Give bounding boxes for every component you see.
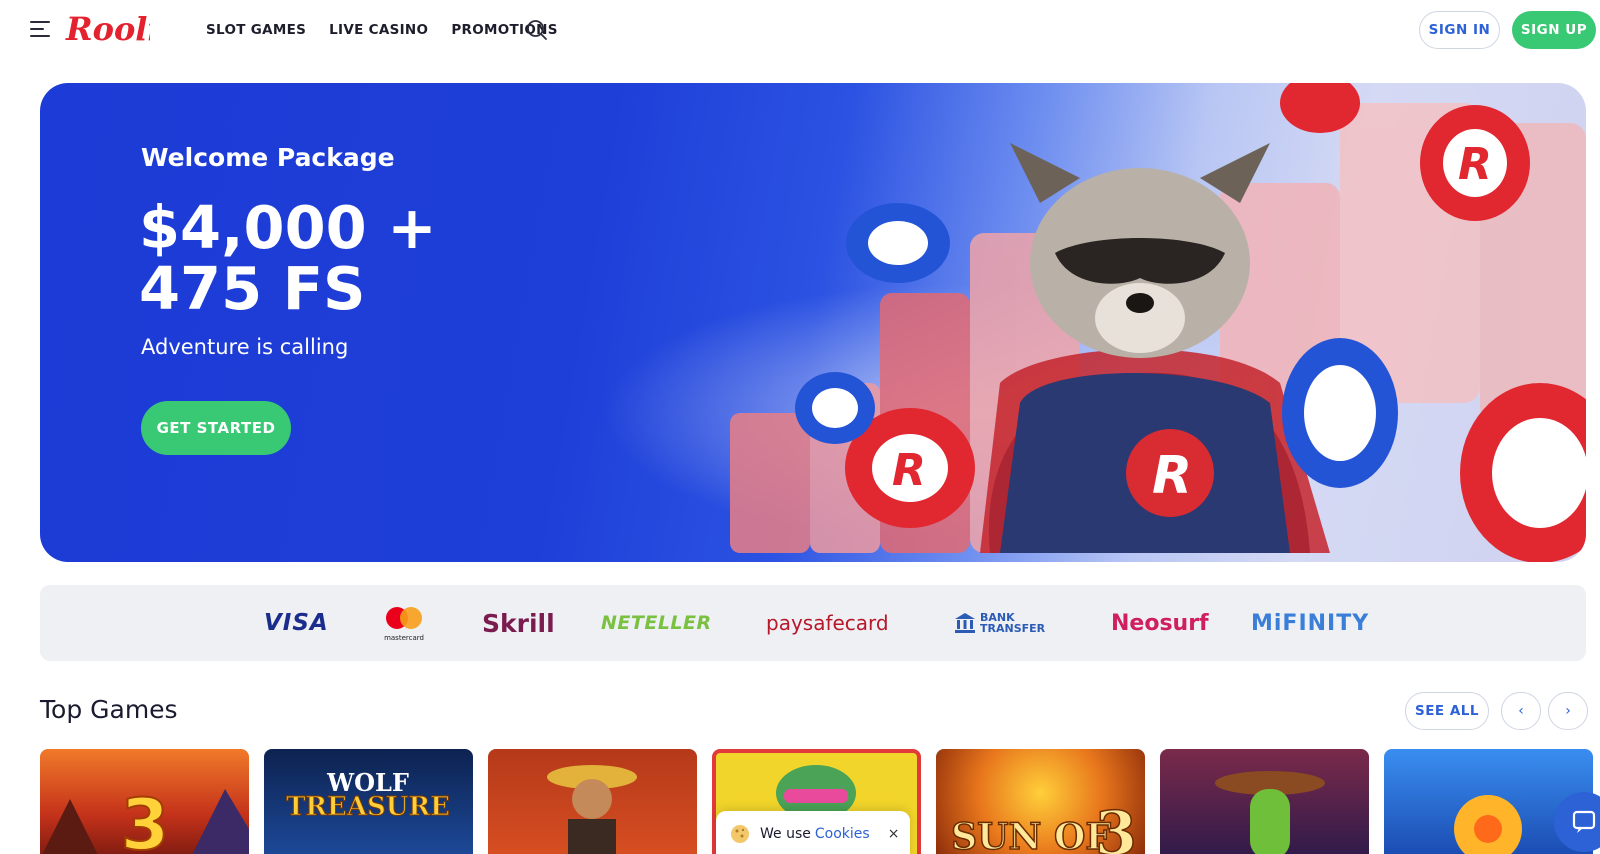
cookie-close-icon[interactable]: × xyxy=(888,826,900,842)
game-tile[interactable] xyxy=(1160,749,1369,854)
skrill-logo: Skrill xyxy=(482,608,555,638)
paysafecard-logo: paysafecard xyxy=(766,611,889,635)
neosurf-logo: Neosurf xyxy=(1111,610,1209,636)
get-started-button[interactable]: GET STARTED xyxy=(141,401,291,455)
carousel-next-button[interactable]: › xyxy=(1548,692,1588,730)
game-cactus-art xyxy=(1215,771,1325,854)
hamburger-icon[interactable] xyxy=(30,21,50,37)
payment-methods-bar: VISA mastercard Skrill NETELLER paysafec… xyxy=(40,585,1586,661)
game-wolf-treasure-art: WOLF TREASURE xyxy=(286,768,451,823)
main-nav: SLOT GAMES LIVE CASINO PROMOTIONS xyxy=(206,22,558,38)
search-icon[interactable] xyxy=(526,19,548,41)
game-tile[interactable] xyxy=(488,749,697,854)
neteller-logo: NETELLER xyxy=(601,612,712,634)
hero-banner[interactable]: R R R Welcome Package $4,000 + 475 FS Ad… xyxy=(40,83,1586,562)
bank-transfer-label: BANK TRANSFER xyxy=(980,611,1046,635)
game-tile[interactable]: SUN OF 3 xyxy=(936,749,1145,854)
game-3-coin-art: 3 xyxy=(42,783,249,854)
mastercard-label: mastercard xyxy=(384,634,424,642)
svg-text:R: R xyxy=(892,445,926,496)
site-header: Rooli SLOT GAMES LIVE CASINO PROMOTIONS … xyxy=(0,0,1600,62)
top-games-title: Top Games xyxy=(40,695,178,724)
svg-text:TREASURE: TREASURE xyxy=(286,792,450,822)
rooli-logo[interactable]: Rooli xyxy=(64,6,150,50)
svg-text:3: 3 xyxy=(1095,799,1137,854)
hero-amount: $4,000 + 475 FS xyxy=(139,193,437,323)
visa-logo: VISA xyxy=(264,610,329,636)
game-mariachi-art xyxy=(547,765,637,854)
nav-live-casino[interactable]: LIVE CASINO xyxy=(329,22,428,38)
chevron-left-icon: ‹ xyxy=(1518,703,1524,719)
mifinity-logo: MiFINITY xyxy=(1251,610,1370,636)
game-tile[interactable]: 3 xyxy=(40,749,249,854)
mastercard-logo: mastercard xyxy=(380,585,428,661)
game-sun-of-egypt-art: SUN OF 3 xyxy=(950,798,1137,854)
nav-slot-games[interactable]: SLOT GAMES xyxy=(206,22,306,38)
bank-transfer-logo: BANK TRANSFER xyxy=(954,585,1060,661)
hero-subtitle: Adventure is calling xyxy=(141,335,349,359)
cookie-icon xyxy=(731,825,749,843)
hero-kicker: Welcome Package xyxy=(141,143,395,172)
sign-in-button[interactable]: SIGN IN xyxy=(1419,11,1500,49)
sign-up-button[interactable]: SIGN UP xyxy=(1512,11,1596,49)
svg-text:Rooli: Rooli xyxy=(65,10,150,48)
see-all-button[interactable]: SEE ALL xyxy=(1405,692,1489,730)
cookie-text: We use xyxy=(760,826,811,842)
cookies-link[interactable]: Cookies xyxy=(815,826,870,842)
svg-text:R: R xyxy=(1152,446,1192,506)
svg-text:SUN OF: SUN OF xyxy=(951,816,1111,854)
chevron-right-icon: › xyxy=(1565,703,1571,719)
game-tile[interactable]: WOLF TREASURE xyxy=(264,749,473,854)
svg-text:3: 3 xyxy=(121,784,170,854)
cookie-banner: We use Cookies × xyxy=(716,811,910,854)
carousel-prev-button[interactable]: ‹ xyxy=(1501,692,1541,730)
svg-text:R: R xyxy=(1458,139,1492,190)
chat-icon xyxy=(1572,810,1596,833)
